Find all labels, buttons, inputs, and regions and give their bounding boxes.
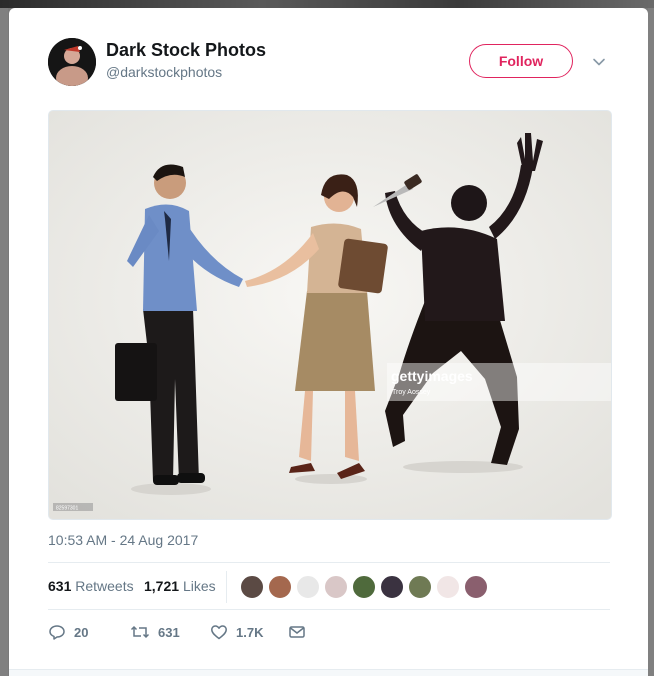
tweet-photo[interactable]: gettyimages Troy Aossey 82597301 <box>48 110 612 520</box>
overlay-backdrop-right <box>648 8 654 676</box>
stock-photo-illustration: gettyimages Troy Aossey 82597301 <box>49 111 611 519</box>
liker-avatar[interactable] <box>352 575 376 599</box>
tweet-stats: 631 Retweets 1,721 Likes <box>48 562 610 610</box>
retweet-button[interactable]: 631 <box>130 620 180 644</box>
heart-icon <box>211 625 227 640</box>
chevron-down-icon[interactable] <box>591 54 607 70</box>
liker-avatar[interactable] <box>296 575 320 599</box>
reply-button[interactable]: 20 <box>48 620 88 644</box>
stats-divider <box>226 571 227 603</box>
liker-avatar[interactable] <box>408 575 432 599</box>
liker-avatar[interactable] <box>380 575 404 599</box>
reply-count: 20 <box>74 624 89 640</box>
tweet-timestamp[interactable]: 10:53 AM - 24 Aug 2017 <box>48 532 198 548</box>
retweets-label: Retweets <box>75 578 134 594</box>
likes-stat[interactable]: 1,721 Likes <box>144 578 216 594</box>
like-button[interactable]: 1.7K <box>210 620 263 644</box>
avatar[interactable] <box>48 38 96 86</box>
envelope-icon <box>289 626 305 638</box>
getty-watermark: gettyimages Troy Aossey <box>387 363 611 401</box>
liker-avatar[interactable] <box>268 575 292 599</box>
liker-avatar[interactable] <box>240 575 264 599</box>
svg-text:gettyimages: gettyimages <box>391 368 473 384</box>
card-footer-divider <box>9 669 648 676</box>
likes-label: Likes <box>182 578 216 594</box>
image-id-tag: 82597301 <box>56 506 78 512</box>
retweets-stat[interactable]: 631 Retweets <box>48 578 134 594</box>
avatar-image <box>48 38 96 86</box>
author-handle[interactable]: @darkstockphotos <box>106 64 222 80</box>
liker-avatar[interactable] <box>436 575 460 599</box>
retweet-count: 631 <box>158 624 180 640</box>
author-name[interactable]: Dark Stock Photos <box>106 40 266 61</box>
like-count: 1.7K <box>236 624 264 640</box>
tweet-card: Dark Stock Photos @darkstockphotos Follo… <box>9 8 648 676</box>
likes-count: 1,721 <box>144 578 180 594</box>
retweet-icon <box>130 625 150 639</box>
liker-avatar[interactable] <box>464 575 488 599</box>
overlay-backdrop-left <box>0 8 8 676</box>
liker-avatar[interactable] <box>324 575 348 599</box>
background-strip <box>0 0 654 8</box>
follow-button[interactable]: Follow <box>469 44 573 78</box>
retweets-count: 631 <box>48 578 72 594</box>
direct-message-button[interactable] <box>288 620 306 644</box>
reply-icon <box>49 625 65 640</box>
tweet-actions: 20 631 1.7K <box>48 620 448 646</box>
svg-text:Troy Aossey: Troy Aossey <box>392 389 431 396</box>
